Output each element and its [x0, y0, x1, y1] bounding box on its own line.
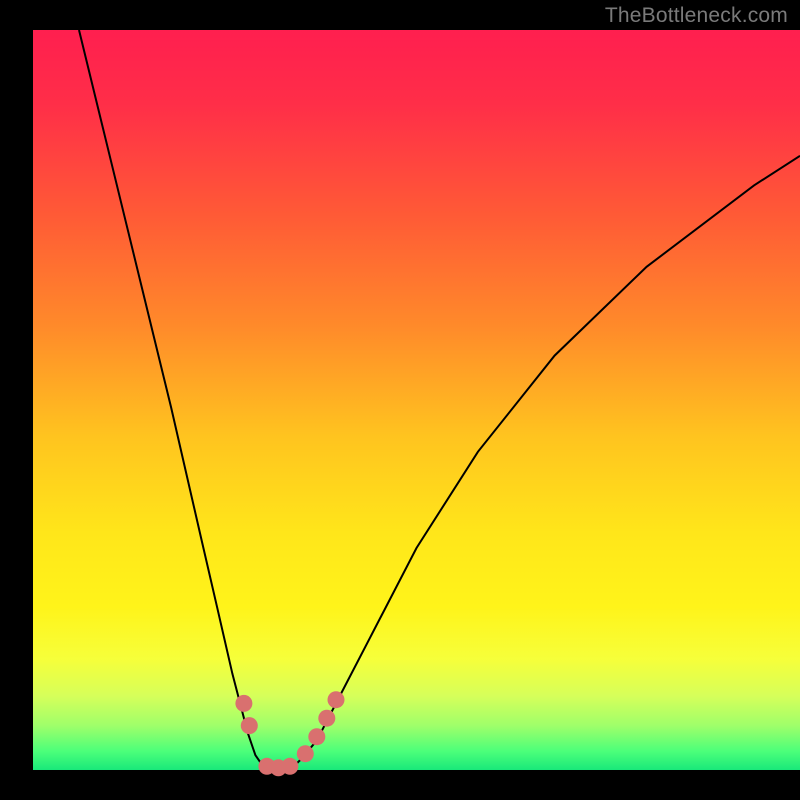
- marker-dot: [235, 695, 252, 712]
- marker-dot: [281, 758, 298, 775]
- bottleneck-chart: [0, 0, 800, 800]
- plot-background: [33, 30, 800, 770]
- marker-dot: [328, 691, 345, 708]
- chart-frame: TheBottleneck.com: [0, 0, 800, 800]
- marker-dot: [318, 710, 335, 727]
- marker-dot: [308, 728, 325, 745]
- marker-dot: [241, 717, 258, 734]
- marker-dot: [297, 745, 314, 762]
- watermark-label: TheBottleneck.com: [605, 4, 788, 28]
